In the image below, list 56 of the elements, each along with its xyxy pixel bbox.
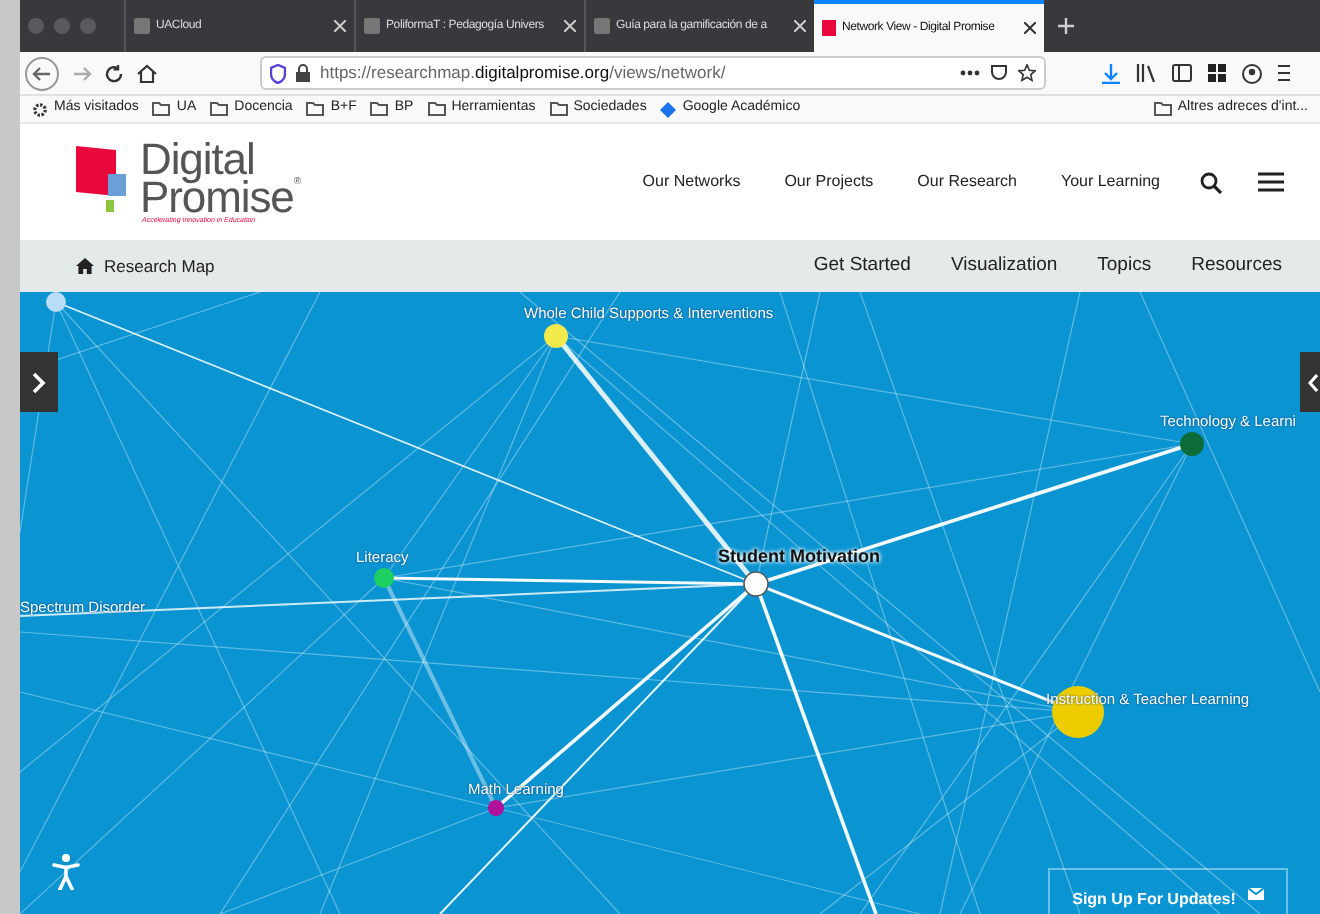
- download-icon[interactable]: [1102, 63, 1120, 83]
- chevron-left-icon: [1308, 373, 1318, 391]
- subnav-link[interactable]: Topics: [1097, 251, 1152, 281]
- graph-node[interactable]: [374, 568, 394, 588]
- back-icon[interactable]: [24, 55, 60, 91]
- nav-link[interactable]: Your Learning: [1060, 170, 1160, 194]
- home-icon[interactable]: [136, 63, 158, 83]
- home-icon: [76, 258, 94, 274]
- favicon: [822, 20, 836, 36]
- folder-icon: [1153, 102, 1172, 116]
- favicon: [594, 18, 610, 34]
- research-map-link[interactable]: Research Map: [76, 253, 215, 279]
- nav-link[interactable]: Our Research: [917, 170, 1017, 194]
- mail-icon: [1247, 888, 1264, 900]
- url-text: https://researchmap.digitalpromise.org/views/network/: [320, 60, 726, 86]
- folder-icon: [549, 102, 568, 116]
- folder-icon: [427, 102, 446, 116]
- address-bar[interactable]: https://researchmap.digitalpromise.org/views/network/: [260, 56, 1046, 90]
- menu-icon[interactable]: [1278, 64, 1290, 82]
- subnav-link[interactable]: Visualization: [950, 251, 1058, 281]
- folder-icon: [210, 102, 229, 116]
- logo-text: Promise: [140, 177, 294, 216]
- gear-icon: [32, 101, 48, 117]
- folder-icon: [370, 102, 389, 116]
- reload-icon[interactable]: [104, 63, 124, 83]
- subnav-link[interactable]: Get Started: [813, 251, 911, 281]
- previous-arrow-button[interactable]: [1300, 352, 1320, 412]
- extensions-icon[interactable]: [1208, 64, 1226, 82]
- more-icon[interactable]: [960, 70, 980, 76]
- lock-icon: [296, 64, 310, 82]
- folder-icon: [152, 102, 171, 116]
- diamond-icon: [660, 101, 677, 117]
- nav-link[interactable]: Our Networks: [642, 170, 741, 194]
- close-icon[interactable]: [1024, 22, 1036, 34]
- next-arrow-button[interactable]: [20, 352, 58, 412]
- graph-node[interactable]: [488, 800, 504, 816]
- star-icon[interactable]: [1018, 64, 1036, 82]
- account-icon[interactable]: [1242, 63, 1262, 83]
- menu-icon[interactable]: [1258, 172, 1284, 192]
- nav-link[interactable]: Our Projects: [784, 170, 874, 194]
- graph-node[interactable]: [1180, 432, 1204, 456]
- pocket-icon[interactable]: [990, 64, 1008, 82]
- folder-icon: [306, 102, 325, 116]
- favicon: [134, 18, 150, 34]
- accessibility-icon[interactable]: [52, 854, 80, 890]
- graph-node[interactable]: [46, 292, 66, 312]
- new-tab-icon[interactable]: [1058, 18, 1074, 34]
- chevron-right-icon: [32, 371, 46, 393]
- subnav-link[interactable]: Resources: [1191, 251, 1282, 281]
- graph-node[interactable]: [544, 324, 568, 348]
- shield-icon: [270, 63, 286, 83]
- sidebar-icon[interactable]: [1172, 64, 1192, 82]
- library-icon[interactable]: [1136, 64, 1156, 82]
- graph-node[interactable]: [743, 571, 769, 597]
- favicon: [364, 18, 380, 34]
- search-icon[interactable]: [1200, 171, 1222, 193]
